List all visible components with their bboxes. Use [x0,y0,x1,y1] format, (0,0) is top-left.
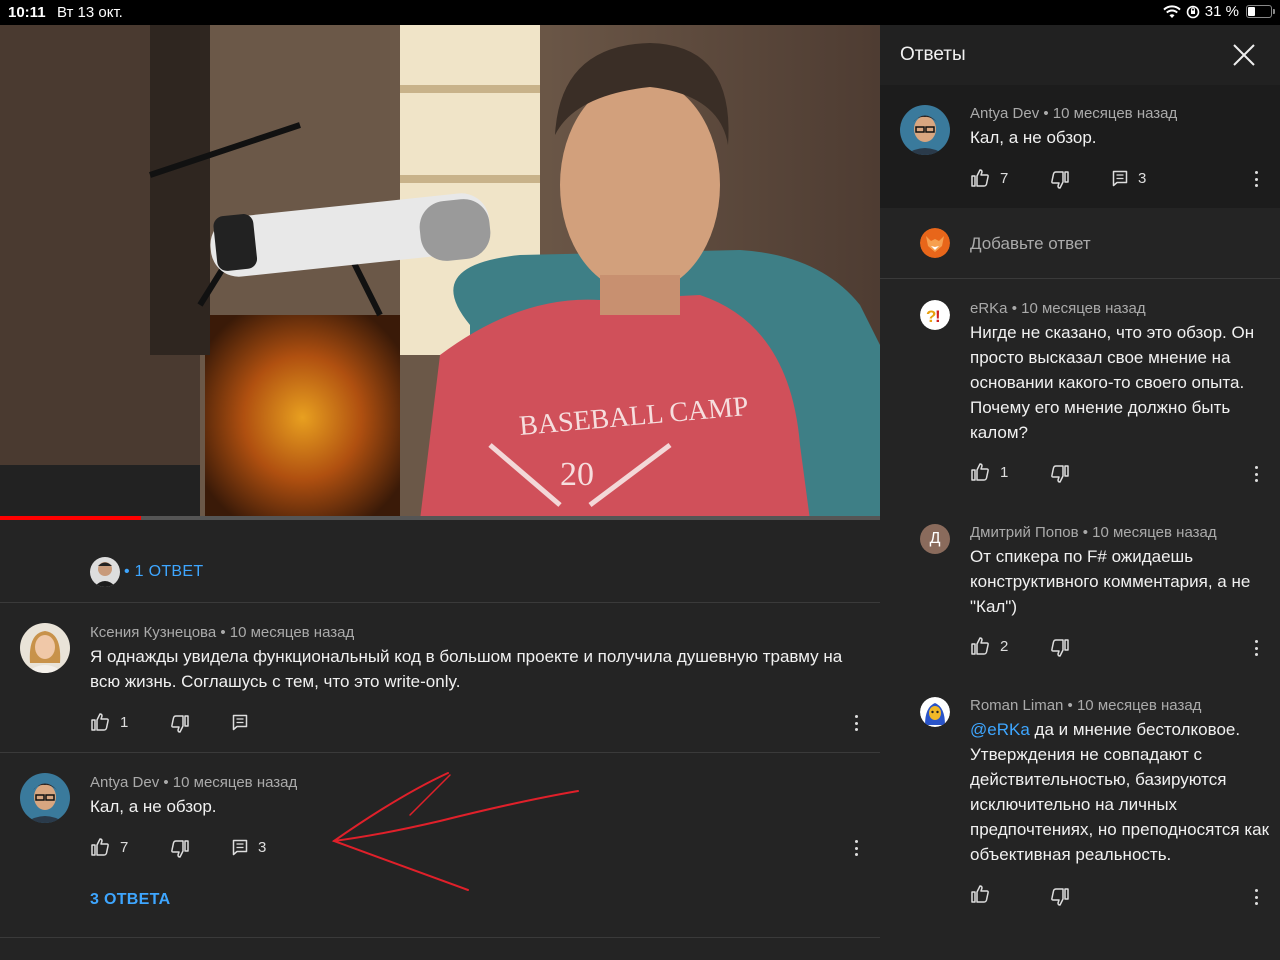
reply-avatar [90,557,120,587]
close-icon[interactable] [1233,44,1255,66]
comment-text: Нигде не сказано, что это обзор. Он прос… [970,323,1255,442]
dislike-button[interactable] [1050,638,1070,658]
comment-author-meta: Antya Dev • 10 месяцев назад [970,105,1178,122]
reply-button[interactable] [232,714,248,731]
annotation-arrow [331,772,579,891]
like-count: 7 [1000,169,1009,187]
dislike-button[interactable] [1050,464,1070,484]
thumbs-down-icon [170,839,190,859]
comment-text: От спикера по F# ожидаешь конструктивног… [970,547,1251,616]
replies-panel: Ответы Antya Dev • 10 месяцев назад Кал,… [880,25,1280,960]
more-options-icon[interactable] [1255,466,1259,482]
orientation-lock-icon [1186,5,1200,19]
comments-panel: • 1 ОТВЕТ Ксения Кузнецова • 10 месяцев … [0,520,880,960]
thumbs-down-icon [170,714,190,734]
like-count: 1 [1000,463,1009,481]
like-button[interactable]: 1 [90,712,128,732]
comment-author-meta: Дмитрий Попов • 10 месяцев назад [970,524,1217,541]
battery-icon [1246,5,1275,18]
video-player[interactable]: BASEBALL CAMP 20 [0,25,880,520]
reply-count: 3 [1138,170,1147,187]
like-button[interactable]: 2 [970,636,1008,656]
dislike-button[interactable] [1050,887,1070,907]
like-count: 1 [120,713,129,731]
thumbs-up-icon [970,462,990,482]
thumbs-up-icon [970,168,990,188]
avatar-kseniya[interactable] [20,623,70,673]
avatar-dmitry[interactable]: Д [920,524,950,554]
wifi-icon [1163,4,1181,19]
video-frame: BASEBALL CAMP 20 [0,25,880,520]
svg-text:!: ! [935,307,941,326]
svg-text:20: 20 [560,456,594,493]
more-options-icon[interactable] [855,840,859,856]
comment-author-meta: eRKa • 10 месяцев назад [970,300,1146,317]
avatar-roman[interactable] [920,697,950,727]
like-button[interactable]: 1 [970,462,1008,482]
battery-percent: 31 % [1204,3,1239,20]
comment-text: Я однажды увидела функциональный код в б… [90,647,843,691]
like-count: 7 [120,838,129,856]
comment-author-meta: Antya Dev • 10 месяцев назад [90,774,298,791]
more-options-icon[interactable] [1255,171,1259,187]
user-avatar-fox [920,228,950,258]
comment-text-body: да и мнение бестолковое. Утверждения не … [970,720,1270,864]
reply-button[interactable]: 3 [232,839,266,856]
divider [0,602,880,603]
view-replies-button-2[interactable]: 3 ОТВЕТА [90,891,171,909]
status-bar: 10:11 Вт 13 окт. 31 % [0,0,1280,25]
comment-text: @eRKa да и мнение бестолковое. Утвержден… [970,717,1270,867]
replies-title: Ответы [900,44,966,65]
reply-count: 3 [258,839,267,856]
comment-author-meta: Roman Liman • 10 месяцев назад [970,697,1202,714]
thumbs-down-icon [1050,887,1070,907]
comment-icon [232,839,248,856]
dislike-button[interactable] [170,714,190,734]
avatar-antya[interactable] [900,105,950,155]
comment-text: Кал, а не обзор. [970,128,1097,147]
thumbs-down-icon [1050,464,1070,484]
divider [0,752,880,753]
thumbs-up-icon [970,884,990,904]
divider [880,278,1280,279]
like-count: 2 [1000,637,1009,655]
like-button[interactable]: 7 [90,837,128,857]
thumbs-up-icon [970,636,990,656]
comment-icon [1112,170,1128,187]
thumbs-up-icon [90,837,110,857]
dislike-button[interactable] [170,839,190,859]
view-replies-button-1[interactable]: • 1 ОТВЕТ [124,563,203,581]
like-button[interactable]: 7 [970,168,1008,188]
dislike-button[interactable] [1050,170,1070,190]
status-right: 31 % [1163,3,1275,20]
comment-author-meta: Ксения Кузнецова • 10 месяцев назад [90,624,355,641]
thumbs-down-icon [1050,170,1070,190]
reply-button[interactable]: 3 [1112,170,1146,187]
more-options-icon[interactable] [1255,640,1259,656]
status-date: Вт 13 окт. [57,4,123,21]
comment-icon [232,714,248,731]
avatar-erka[interactable]: ?! [920,300,950,330]
mention-link[interactable]: @eRKa [970,720,1030,739]
divider [0,937,880,938]
add-reply-input[interactable]: Добавьте ответ [970,234,1091,254]
avatar-antya[interactable] [20,773,70,823]
status-time: 10:11 [8,4,46,21]
thumbs-up-icon [90,712,110,732]
more-options-icon[interactable] [855,715,859,731]
more-options-icon[interactable] [1255,889,1259,905]
like-button[interactable] [970,884,990,904]
thumbs-down-icon [1050,638,1070,658]
